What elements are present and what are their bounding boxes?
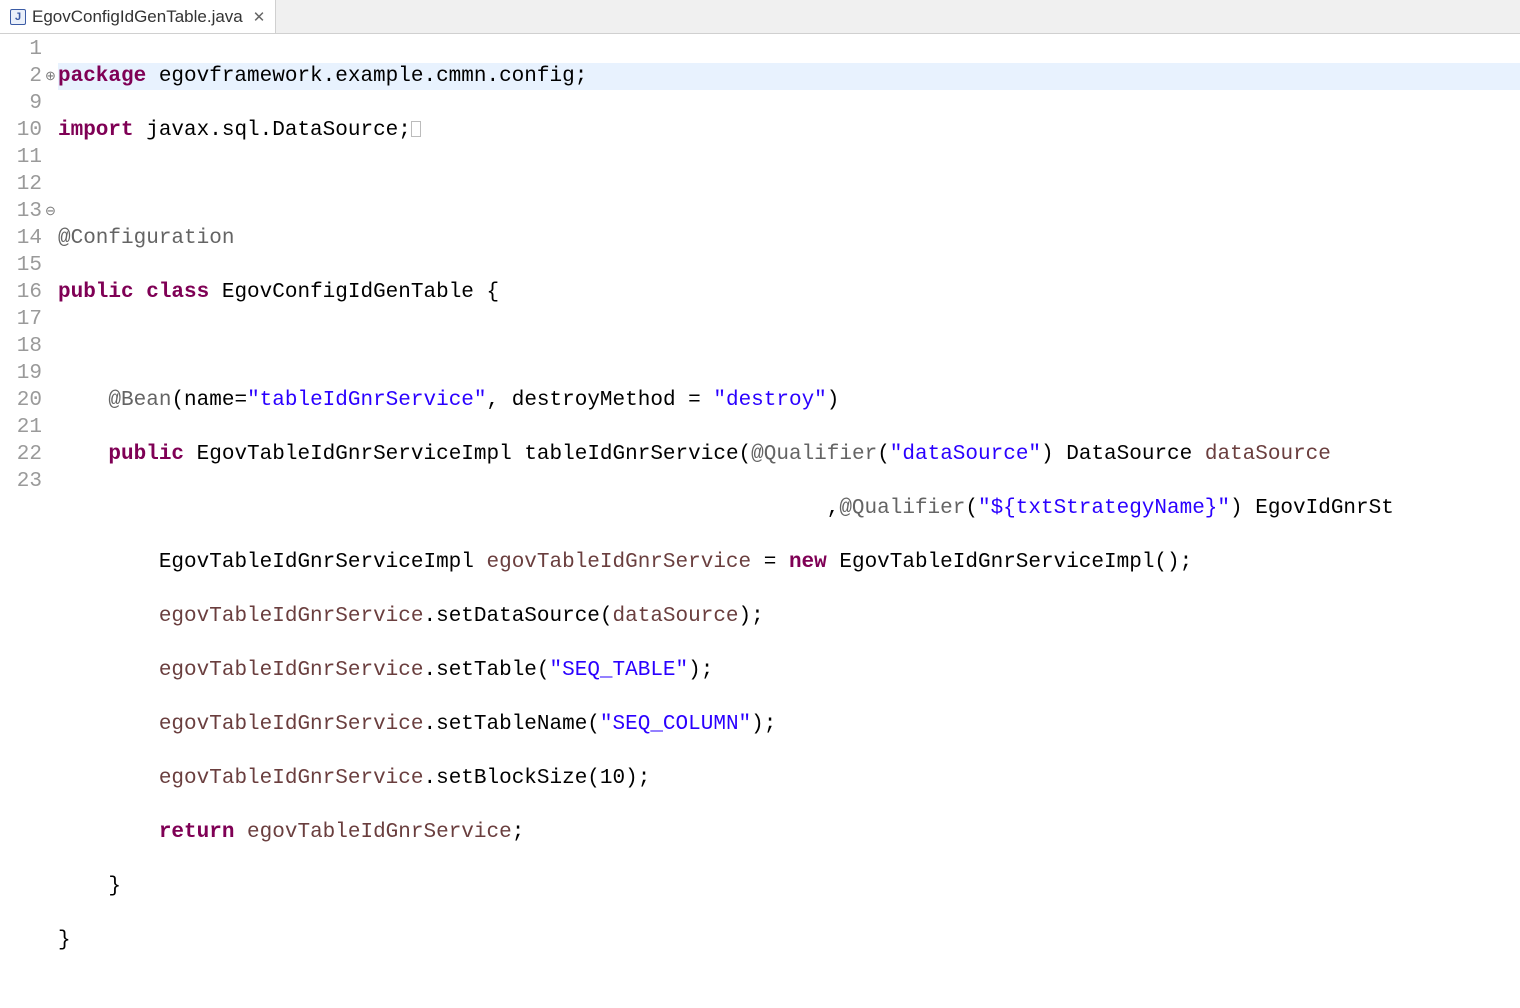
tab-filename: EgovConfigIdGenTable.java: [32, 7, 243, 27]
code-line[interactable]: EgovTableIdGnrServiceImpl egovTableIdGnr…: [58, 549, 1520, 576]
line-number: 14: [0, 225, 48, 252]
code-line[interactable]: }: [58, 927, 1520, 954]
java-file-icon: J: [10, 9, 26, 25]
code-line[interactable]: return egovTableIdGnrService;: [58, 819, 1520, 846]
close-icon[interactable]: ✕: [253, 8, 266, 26]
line-number: 18: [0, 333, 48, 360]
code-editor[interactable]: 1 2⊕ 9 10 11 12 13⊖ 14 15 16 17 18 19 20…: [0, 34, 1520, 1008]
line-number: 9: [0, 90, 48, 117]
code-line[interactable]: import javax.sql.DataSource;: [58, 117, 1520, 144]
code-line[interactable]: public EgovTableIdGnrServiceImpl tableId…: [58, 441, 1520, 468]
line-number: 20: [0, 387, 48, 414]
editor-tab[interactable]: J EgovConfigIdGenTable.java ✕: [0, 0, 276, 33]
code-line[interactable]: egovTableIdGnrService.setTableName("SEQ_…: [58, 711, 1520, 738]
line-number: 2⊕: [0, 63, 48, 90]
code-line[interactable]: egovTableIdGnrService.setDataSource(data…: [58, 603, 1520, 630]
line-number: 22: [0, 441, 48, 468]
code-line[interactable]: package egovframework.example.cmmn.confi…: [58, 63, 1520, 90]
fold-collapse-icon[interactable]: ⊖: [44, 205, 57, 218]
code-line[interactable]: egovTableIdGnrService.setBlockSize(10);: [58, 765, 1520, 792]
code-area[interactable]: package egovframework.example.cmmn.confi…: [48, 34, 1520, 1008]
line-number: 19: [0, 360, 48, 387]
line-number: 15: [0, 252, 48, 279]
fold-expand-icon[interactable]: ⊕: [44, 70, 57, 83]
line-number: 23: [0, 468, 48, 495]
code-line[interactable]: @Bean(name="tableIdGnrService", destroyM…: [58, 387, 1520, 414]
line-number: 12: [0, 171, 48, 198]
code-line[interactable]: [58, 171, 1520, 198]
code-line[interactable]: @Configuration: [58, 225, 1520, 252]
line-number: 10: [0, 117, 48, 144]
line-number: 11: [0, 144, 48, 171]
code-line[interactable]: egovTableIdGnrService.setTable("SEQ_TABL…: [58, 657, 1520, 684]
line-number: 13⊖: [0, 198, 48, 225]
line-number: 21: [0, 414, 48, 441]
line-number: 1: [0, 36, 48, 63]
code-line[interactable]: ,@Qualifier("${txtStrategyName}") EgovId…: [58, 495, 1520, 522]
tab-bar: J EgovConfigIdGenTable.java ✕: [0, 0, 1520, 34]
code-line[interactable]: }: [58, 873, 1520, 900]
line-number-gutter: 1 2⊕ 9 10 11 12 13⊖ 14 15 16 17 18 19 20…: [0, 34, 48, 1008]
code-line[interactable]: public class EgovConfigIdGenTable {: [58, 279, 1520, 306]
line-number: 17: [0, 306, 48, 333]
line-number: 16: [0, 279, 48, 306]
code-line[interactable]: [58, 333, 1520, 360]
folded-code-icon[interactable]: [411, 121, 421, 137]
